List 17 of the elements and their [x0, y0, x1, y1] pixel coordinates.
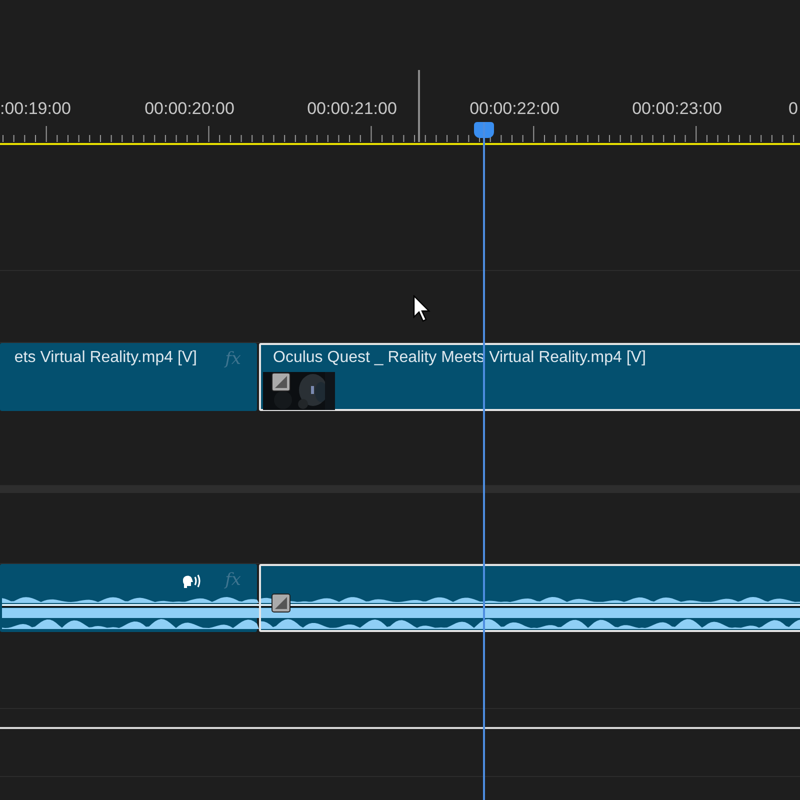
clip-name: ets Virtual Reality.mp4 [V] — [14, 349, 197, 367]
keyframe-icon — [271, 593, 291, 613]
video-clip[interactable]: ets Virtual Reality.mp4 [V] fx — [0, 343, 257, 411]
timecode-label: 00:00:20:00 — [144, 99, 234, 119]
fx-label: fx — [225, 349, 241, 369]
timecode-label: :00:19:00 — [0, 99, 71, 119]
timecode-label: 00:00:23:00 — [632, 99, 722, 119]
audio-clip[interactable] — [259, 564, 800, 632]
clip-name: Oculus Quest _ Reality Meets Virtual Reality.mp4 [V] — [273, 349, 646, 367]
timecode-label: 0 — [788, 99, 798, 119]
fx-label: fx — [225, 570, 241, 590]
keyframe-icon — [271, 372, 291, 392]
cursor-icon — [413, 295, 433, 323]
timecode-label: 00:00:21:00 — [307, 99, 397, 119]
marker-line — [418, 70, 420, 142]
video-clip[interactable]: Oculus Quest _ Reality Meets Virtual Reality.mp4 [V] — [259, 343, 800, 411]
timecode-label: 00:00:22:00 — [470, 99, 560, 119]
